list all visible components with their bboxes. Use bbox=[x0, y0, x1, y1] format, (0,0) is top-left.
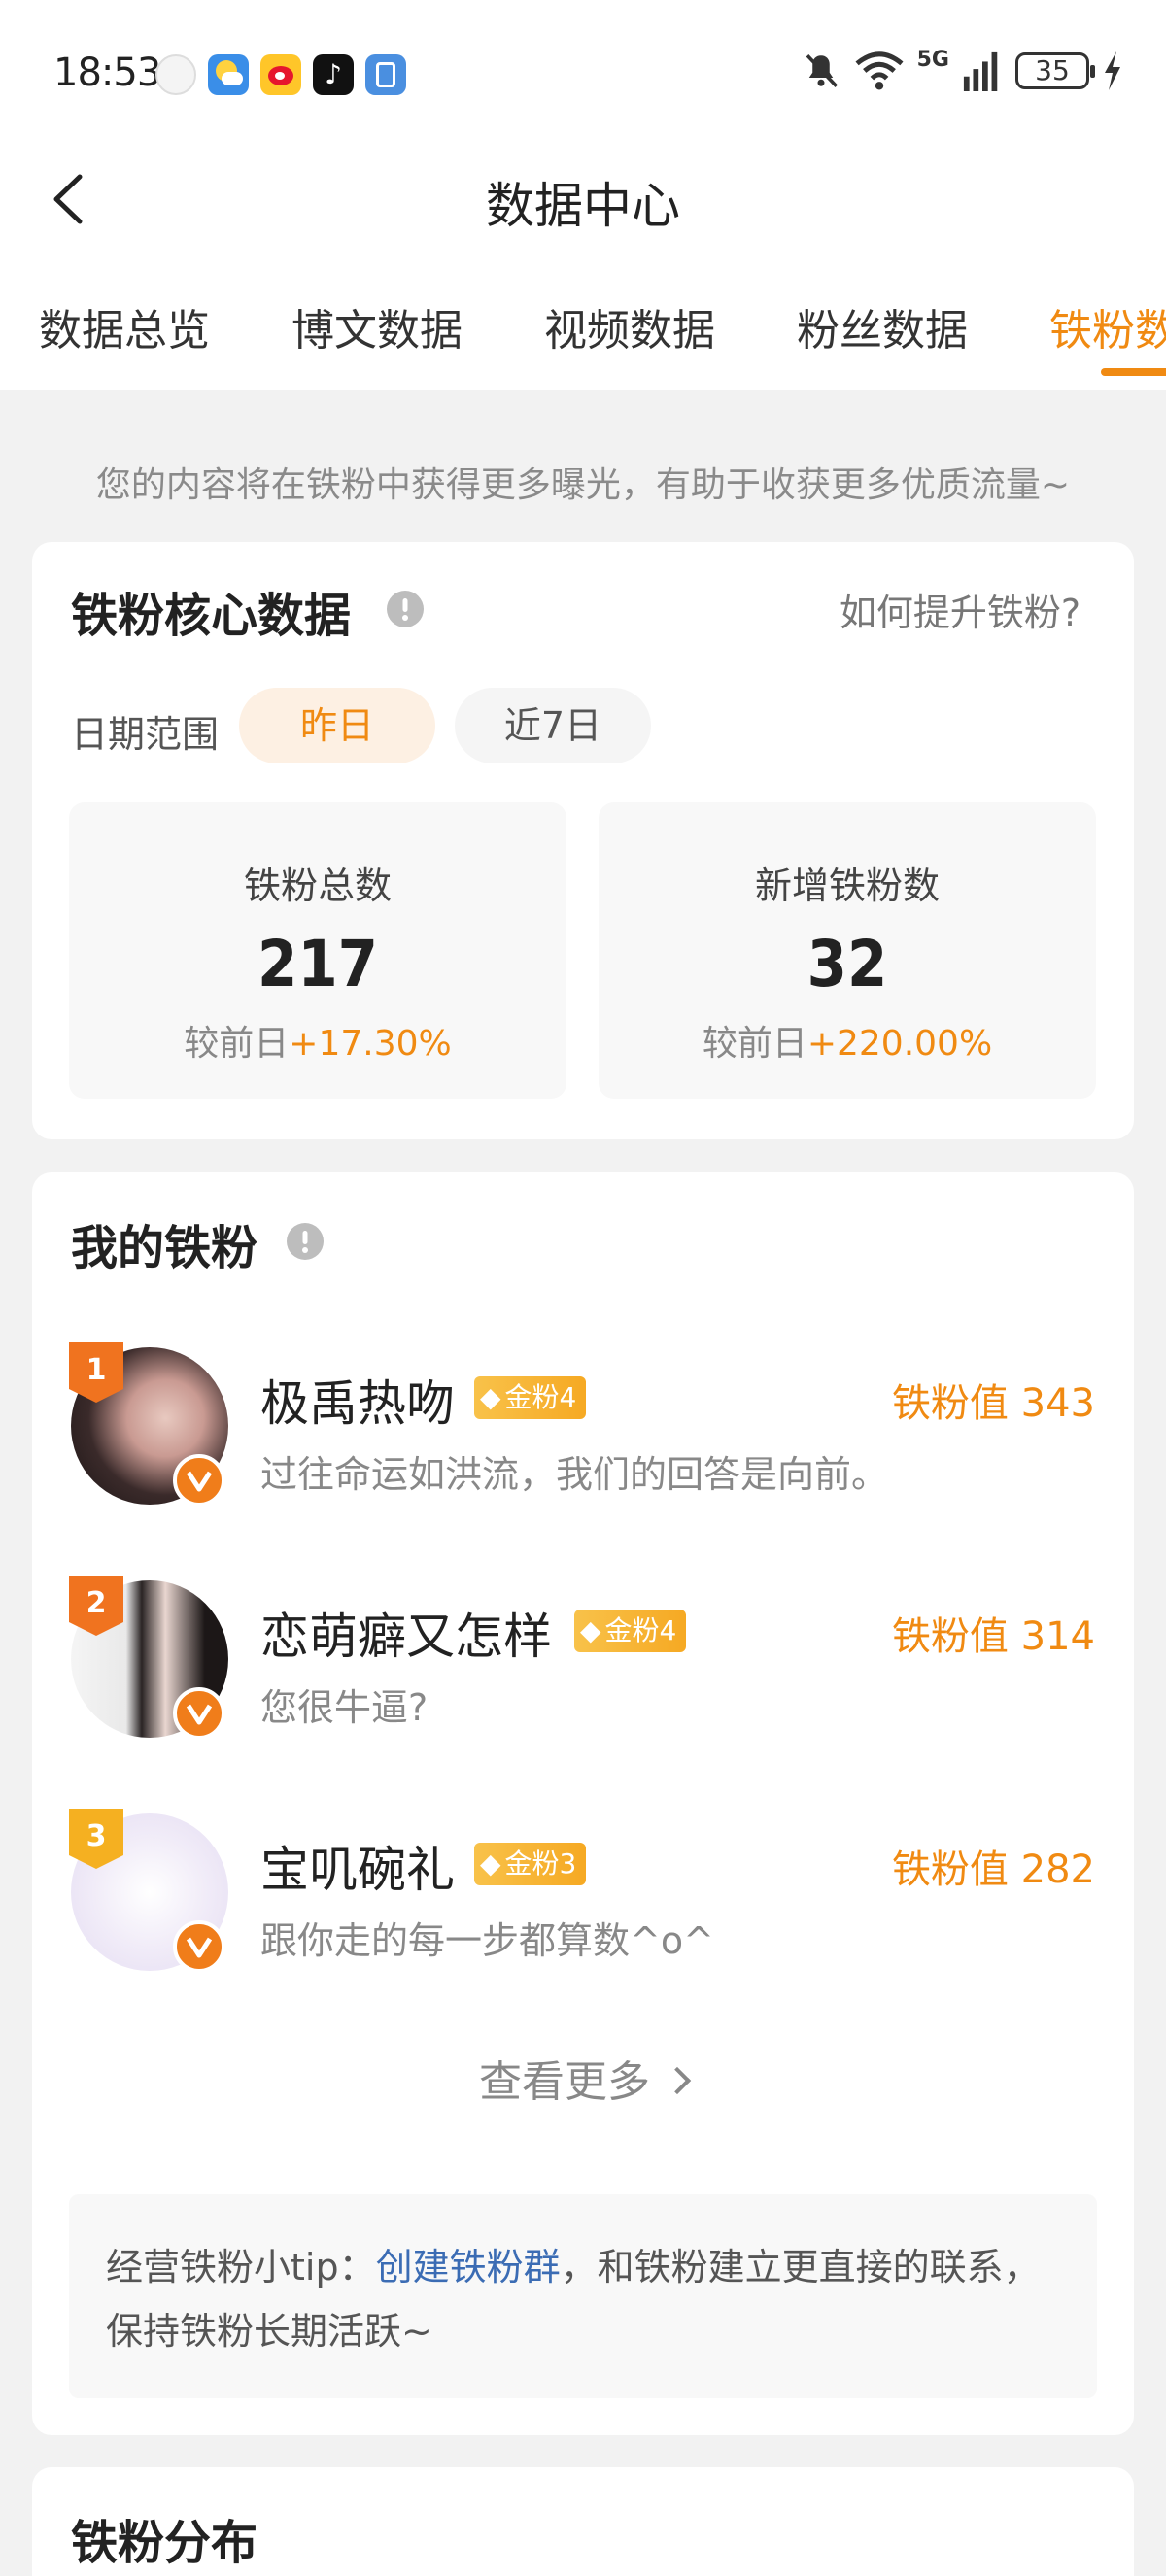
assistant-icon bbox=[155, 54, 196, 95]
fan-value: 铁粉值 314 bbox=[891, 1614, 1095, 1659]
stat-compare: 较前日+17.30% bbox=[184, 1024, 452, 1064]
status-indicators: 5G 35 bbox=[801, 47, 1122, 91]
distribution-title: 铁粉分布 bbox=[71, 2516, 258, 2570]
fan-signature: 跟你走的每一步都算数^o^ bbox=[260, 1919, 714, 1962]
rank-badge-1: 1 bbox=[69, 1342, 123, 1403]
mute-bell-icon bbox=[806, 54, 838, 87]
tab-bar: 数据总览 博文数据 视频数据 粉丝数据 铁粉数据 bbox=[0, 253, 1166, 390]
gem-icon: ◆ bbox=[480, 1381, 501, 1413]
fan-name[interactable]: 宝叽碗礼 bbox=[260, 1831, 455, 1901]
tiktok-icon: ♪ bbox=[313, 54, 354, 95]
signal-icon bbox=[963, 51, 998, 91]
fan-name[interactable]: 恋萌癖又怎样 bbox=[260, 1598, 552, 1668]
info-icon[interactable] bbox=[287, 1223, 324, 1260]
wifi-icon bbox=[855, 51, 904, 90]
date-chip-yesterday[interactable]: 昨日 bbox=[239, 688, 435, 763]
my-fans-title: 我的铁粉 bbox=[71, 1221, 258, 1275]
fan-signature: 您很牛逼? bbox=[260, 1686, 429, 1729]
weibo-icon bbox=[260, 54, 301, 95]
stat-value: 32 bbox=[806, 927, 888, 1001]
info-icon[interactable] bbox=[387, 591, 424, 627]
tab-overview[interactable]: 数据总览 bbox=[39, 295, 210, 357]
my-fans-card: 我的铁粉 1 极禹热吻 ◆ 金粉4 过往命运如洪流，我们的回答是向前。 铁粉值 3… bbox=[32, 1172, 1134, 2435]
fan-value: 铁粉值 343 bbox=[891, 1381, 1095, 1426]
stat-label: 新增铁粉数 bbox=[754, 864, 940, 907]
total-fans-stat: 铁粉总数 217 较前日+17.30% bbox=[69, 802, 566, 1099]
new-fans-stat: 新增铁粉数 32 较前日+220.00% bbox=[599, 802, 1096, 1099]
verified-v-icon bbox=[173, 1687, 225, 1740]
gold-fan-badge: ◆ 金粉4 bbox=[574, 1610, 687, 1652]
create-fan-group-link[interactable]: 创建铁粉群 bbox=[376, 2246, 561, 2288]
core-data-title: 铁粉核心数据 bbox=[71, 589, 352, 643]
fan-list-item[interactable]: 3 宝叽碗礼 ◆ 金粉3 跟你走的每一步都算数^o^ 铁粉值 282 bbox=[32, 1809, 1134, 2008]
fan-list-item[interactable]: 2 恋萌癖又怎样 ◆ 金粉4 您很牛逼? 铁粉值 314 bbox=[32, 1576, 1134, 1775]
fan-name[interactable]: 极禹热吻 bbox=[260, 1365, 455, 1435]
nav-header: 数据中心 bbox=[0, 146, 1166, 253]
verified-v-icon bbox=[173, 1454, 225, 1507]
tip-prefix: 经营铁粉小tip： bbox=[106, 2246, 376, 2288]
svg-text:3: 3 bbox=[86, 1819, 107, 1853]
stat-delta: +17.30% bbox=[289, 1024, 452, 1064]
battery-icon: 35 bbox=[1015, 52, 1095, 89]
gem-icon: ◆ bbox=[480, 1847, 501, 1880]
stat-delta: +220.00% bbox=[806, 1024, 993, 1064]
svg-text:1: 1 bbox=[86, 1353, 107, 1387]
date-range-label: 日期范围 bbox=[71, 713, 220, 756]
fan-value: 铁粉值 282 bbox=[891, 1847, 1095, 1892]
fan-list-item[interactable]: 1 极禹热吻 ◆ 金粉4 过往命运如洪流，我们的回答是向前。 铁粉值 343 bbox=[32, 1342, 1134, 1542]
network-type: 5G bbox=[916, 47, 949, 72]
status-bar: 18:53 ♪ 5G 35 bbox=[0, 0, 1166, 146]
tab-posts[interactable]: 博文数据 bbox=[292, 295, 463, 357]
page-title: 数据中心 bbox=[486, 178, 680, 234]
tab-video[interactable]: 视频数据 bbox=[544, 295, 715, 357]
tab-fans[interactable]: 粉丝数据 bbox=[797, 295, 968, 357]
view-more-button[interactable]: 查看更多 bbox=[32, 2047, 1134, 2109]
stat-label: 铁粉总数 bbox=[243, 864, 392, 907]
status-time: 18:53 bbox=[53, 51, 161, 95]
rank-badge-2: 2 bbox=[69, 1576, 123, 1636]
date-chip-7days[interactable]: 近7日 bbox=[455, 688, 651, 763]
svg-text:2: 2 bbox=[86, 1586, 107, 1620]
rank-badge-3: 3 bbox=[69, 1809, 123, 1869]
gallery-icon bbox=[365, 54, 406, 95]
charging-icon bbox=[1105, 51, 1120, 90]
weather-icon bbox=[208, 54, 249, 95]
chevron-right-icon bbox=[663, 2066, 692, 2095]
tab-iron-fans[interactable]: 铁粉数据 bbox=[1049, 295, 1166, 357]
fan-signature: 过往命运如洪流，我们的回答是向前。 bbox=[260, 1453, 889, 1496]
verified-v-icon bbox=[173, 1920, 225, 1973]
battery-level: 35 bbox=[1035, 54, 1070, 86]
notice-text: 您的内容将在铁粉中获得更多曝光，有助于收获更多优质流量~ bbox=[95, 465, 1071, 505]
stat-compare: 较前日+220.00% bbox=[702, 1024, 993, 1064]
gold-fan-badge: ◆ 金粉4 bbox=[474, 1376, 587, 1419]
gem-icon: ◆ bbox=[580, 1614, 601, 1646]
gold-fan-badge: ◆ 金粉3 bbox=[474, 1843, 587, 1885]
active-tab-indicator bbox=[1101, 368, 1166, 376]
how-to-improve-link[interactable]: 如何提升铁粉? bbox=[840, 583, 1080, 636]
tip-box: 经营铁粉小tip：创建铁粉群，和铁粉建立更直接的联系，保持铁粉长期活跃~ bbox=[69, 2194, 1097, 2398]
status-app-icons: ♪ bbox=[155, 54, 406, 95]
core-data-card: 铁粉核心数据 如何提升铁粉? 日期范围 昨日 近7日 铁粉总数 217 较前日+… bbox=[32, 542, 1134, 1139]
stat-value: 217 bbox=[257, 927, 378, 1001]
distribution-card: 铁粉分布 bbox=[32, 2467, 1134, 2576]
